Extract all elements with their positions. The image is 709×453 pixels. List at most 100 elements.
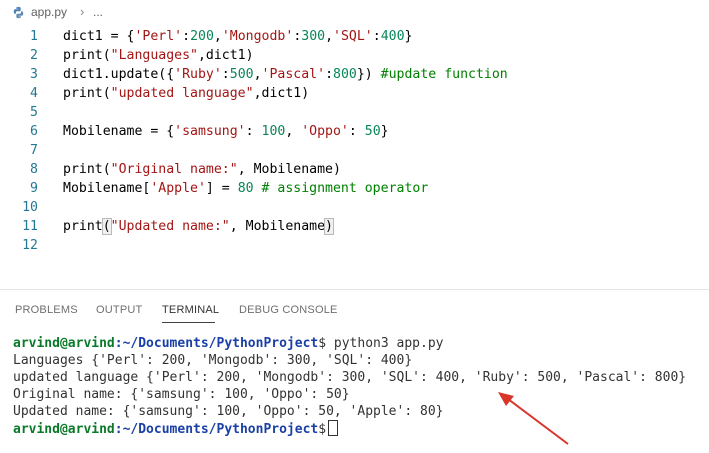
python-file-icon <box>13 6 24 19</box>
code-text: dict1 = {'Perl':200,'Mongodb':300,'SQL':… <box>63 27 412 46</box>
line-number: 9 <box>30 181 38 196</box>
breadcrumb-file[interactable]: app.py <box>31 5 67 19</box>
prompt-path: :~/Documents/PythonProject <box>114 336 319 351</box>
code-token: "Languages" <box>110 48 198 63</box>
code-token: #update function <box>380 67 508 82</box>
code-editor[interactable]: 1 dict1 = {'Perl':200,'Mongodb':300,'SQL'… <box>0 27 709 257</box>
code-line[interactable]: 9 Mobilename['Apple'] = 80 # assignment o… <box>0 179 709 198</box>
code-token: : <box>182 29 191 44</box>
code-token: Mobilename = { <box>63 124 175 139</box>
code-token: 'Mongodb' <box>221 29 294 44</box>
code-line[interactable]: 7 <box>0 141 709 160</box>
code-token: } <box>380 124 389 139</box>
code-token: 400 <box>380 29 405 44</box>
code-token: , <box>213 29 222 44</box>
code-token: ( <box>101 218 112 235</box>
code-token: Mobilename[ <box>63 181 151 196</box>
code-token: ,dict1) <box>253 86 310 101</box>
code-token: 500 <box>229 67 254 82</box>
code-token: }) <box>356 67 381 82</box>
code-token: 80 <box>237 181 254 196</box>
line-number: 4 <box>30 86 38 101</box>
line-number: 1 <box>30 29 38 44</box>
terminal-cursor <box>328 420 339 436</box>
line-number: 6 <box>30 124 38 139</box>
prompt-symbol: $ <box>318 336 327 351</box>
code-token: ] = <box>205 181 238 196</box>
code-line[interactable]: 12 <box>0 236 709 255</box>
code-text: Mobilename = {'samsung': 100, 'Oppo': 50… <box>63 122 389 141</box>
active-tab-indicator <box>162 322 215 323</box>
code-token: 'Perl' <box>134 29 183 44</box>
code-line[interactable]: 11 print("Updated name:", Mobilename) <box>0 217 709 236</box>
red-arrow-icon <box>498 392 569 445</box>
line-number: 2 <box>30 48 38 63</box>
code-token: "updated language" <box>110 86 254 101</box>
tab-terminal[interactable]: TERMINAL <box>162 304 219 316</box>
code-token: , <box>253 67 262 82</box>
terminal-prompt-line: arvind@arvind:~/Documents/PythonProject$ <box>13 420 339 438</box>
code-line[interactable]: 10 <box>0 198 709 217</box>
prompt-user: arvind@arvind <box>13 336 115 351</box>
code-token: 100 <box>261 124 286 139</box>
code-line[interactable]: 2 print("Languages",dict1) <box>0 46 709 65</box>
code-text: Mobilename['Apple'] = 80 # assignment op… <box>63 179 428 198</box>
line-number: 5 <box>30 105 38 120</box>
tab-debug-console[interactable]: DEBUG CONSOLE <box>239 304 338 316</box>
panel-tabs: PROBLEMS OUTPUT TERMINAL DEBUG CONSOLE <box>0 298 709 324</box>
tab-output[interactable]: OUTPUT <box>96 304 142 316</box>
line-number: 8 <box>30 162 38 177</box>
code-text: print("Original name:", Mobilename) <box>63 160 341 179</box>
code-text: print("updated language",dict1) <box>63 84 309 103</box>
code-text: dict1.update({'Ruby':500,'Pascal':800}) … <box>63 65 508 84</box>
code-token: ) <box>324 218 334 235</box>
panel-divider <box>0 289 709 290</box>
code-token: dict1.update({ <box>63 67 175 82</box>
line-number: 12 <box>22 238 38 253</box>
code-token: , <box>325 29 334 44</box>
code-token: , Mobilename <box>229 219 326 234</box>
code-line[interactable]: 3 dict1.update({'Ruby':500,'Pascal':800})… <box>0 65 709 84</box>
code-token: 'Pascal' <box>261 67 326 82</box>
prompt-user: arvind@arvind <box>13 422 115 437</box>
terminal-output-line: Languages {'Perl': 200, 'Mongodb': 300, … <box>13 353 413 368</box>
code-token: , <box>285 124 302 139</box>
code-text: print("Languages",dict1) <box>63 46 254 65</box>
prompt-symbol: $ <box>318 422 327 437</box>
code-line[interactable]: 1 dict1 = {'Perl':200,'Mongodb':300,'SQL'… <box>0 27 709 46</box>
code-token: 800 <box>333 67 357 82</box>
code-token: ,dict1) <box>197 48 254 63</box>
code-token: 'Oppo' <box>301 124 349 139</box>
code-token: 50 <box>364 124 381 139</box>
code-line[interactable]: 5 <box>0 103 709 122</box>
code-text: print("Updated name:", Mobilename) <box>63 217 334 236</box>
code-token: : <box>221 67 230 82</box>
code-token: 'SQL' <box>333 29 373 44</box>
code-token: print( <box>63 162 111 177</box>
code-line[interactable]: 4 print("updated language",dict1) <box>0 84 709 103</box>
tab-problems[interactable]: PROBLEMS <box>15 304 78 316</box>
line-number: 7 <box>30 143 38 158</box>
line-number: 11 <box>22 219 38 234</box>
code-token: "Updated name:" <box>110 219 230 234</box>
terminal-command-line: arvind@arvind:~/Documents/PythonProject$… <box>13 335 443 353</box>
code-token: , Mobilename) <box>237 162 341 177</box>
terminal-command: python3 app.py <box>326 336 444 351</box>
code-token: 200 <box>190 29 214 44</box>
code-line[interactable]: 6 Mobilename = {'samsung': 100, 'Oppo': 5… <box>0 122 709 141</box>
code-token: : <box>372 29 381 44</box>
breadcrumb-more[interactable]: ... <box>93 5 103 19</box>
code-line[interactable]: 8 print("Original name:", Mobilename) <box>0 160 709 179</box>
code-token: print <box>63 219 103 234</box>
code-token: : <box>348 124 365 139</box>
code-token: 'samsung' <box>174 124 246 139</box>
code-token: } <box>404 29 413 44</box>
code-token: 'Apple' <box>150 181 206 196</box>
terminal-output-line: Original name: {'samsung': 100, 'Oppo': … <box>13 387 350 402</box>
code-token: dict1 = { <box>63 29 135 44</box>
terminal-output-line: updated language {'Perl': 200, 'Mongodb'… <box>13 370 687 385</box>
code-token: "Original name:" <box>110 162 238 177</box>
breadcrumb: app.py › ... <box>0 0 709 24</box>
breadcrumb-separator: › <box>80 4 85 19</box>
